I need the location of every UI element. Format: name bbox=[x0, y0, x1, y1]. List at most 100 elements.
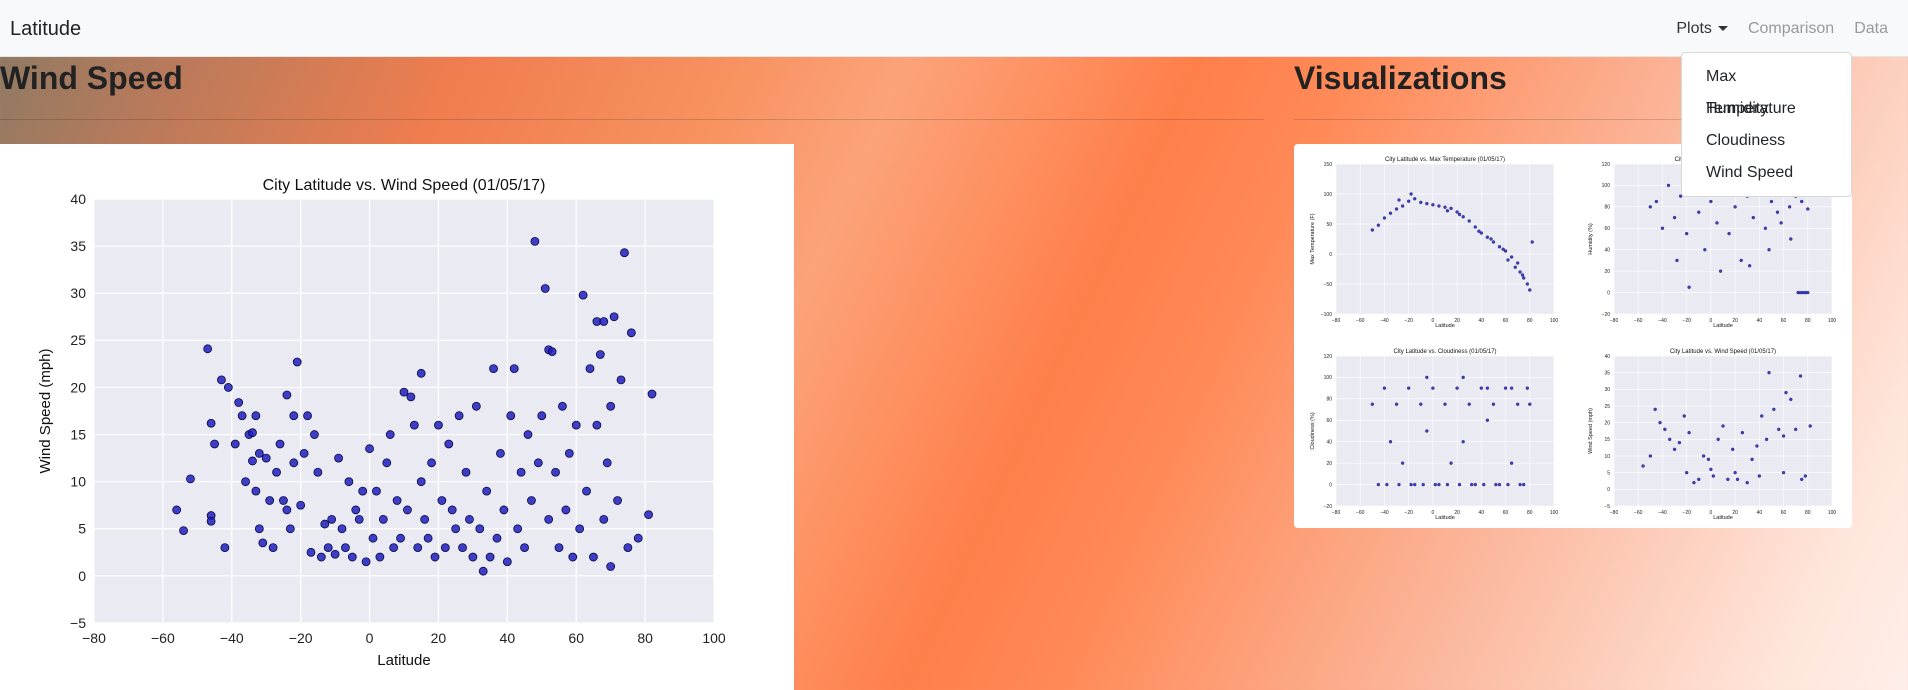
data-point bbox=[1467, 219, 1471, 223]
data-point bbox=[375, 552, 385, 562]
dropdown-item-humidity[interactable]: Humidity bbox=[1682, 93, 1851, 125]
data-point bbox=[478, 566, 488, 576]
x-tick-label: 100 bbox=[702, 630, 726, 646]
dropdown-item-wind-speed[interactable]: Wind Speed bbox=[1682, 157, 1851, 189]
data-point bbox=[347, 552, 357, 562]
x-tick-label: −80 bbox=[1610, 510, 1619, 516]
data-point bbox=[306, 547, 316, 557]
data-point bbox=[413, 543, 423, 553]
data-point bbox=[1501, 247, 1505, 251]
x-tick-label: 20 bbox=[1454, 318, 1460, 324]
y-tick-label: −5 bbox=[70, 615, 86, 631]
main-plot-panel: −80 −60 −40 −20 0 20 40 60 80 100 −5 0 5 10 15 20 25 30 35… bbox=[0, 144, 794, 690]
x-tick-label: 40 bbox=[1479, 510, 1485, 516]
data-point bbox=[358, 486, 368, 496]
data-point bbox=[1787, 205, 1792, 209]
data-point bbox=[551, 467, 560, 477]
data-point bbox=[509, 364, 519, 374]
data-point bbox=[1376, 223, 1381, 227]
data-point bbox=[492, 533, 502, 543]
data-point bbox=[1433, 482, 1437, 487]
x-tick-label: 100 bbox=[1828, 318, 1837, 324]
data-point bbox=[626, 328, 636, 338]
data-point bbox=[1485, 386, 1490, 390]
dropdown-item-cloudiness[interactable]: Cloudiness bbox=[1682, 125, 1851, 157]
data-point bbox=[1718, 269, 1723, 273]
data-point bbox=[392, 496, 402, 505]
data-point bbox=[1370, 402, 1374, 406]
data-point bbox=[1425, 429, 1429, 433]
data-point bbox=[1757, 474, 1761, 478]
thumbnail-cloudiness[interactable]: −80 −60 −40 −20 0 20 40 60 80 100 −20 0 20 40 60 80 100 1… bbox=[1300, 342, 1568, 524]
data-point bbox=[1747, 264, 1752, 268]
data-point bbox=[172, 505, 182, 515]
data-point bbox=[1733, 205, 1737, 209]
data-point bbox=[282, 390, 292, 400]
y-tick-label: 25 bbox=[1604, 404, 1610, 410]
y-tick-label: 30 bbox=[70, 285, 86, 301]
plot-area bbox=[1614, 356, 1832, 506]
data-point bbox=[1654, 199, 1659, 204]
wind-speed-thumbnail-chart: −80 −60 −40 −20 0 20 40 60 80 100 −5 0 5 10 15 20 25 30 35… bbox=[1588, 349, 1836, 521]
data-point bbox=[1528, 288, 1532, 292]
data-point bbox=[540, 284, 550, 293]
data-point bbox=[458, 543, 467, 553]
data-point bbox=[1697, 210, 1701, 214]
chart-title: City Latitude vs. Wind Speed (01/05/17) bbox=[1670, 349, 1776, 355]
x-tick-label: 60 bbox=[1503, 318, 1509, 324]
data-point bbox=[344, 477, 354, 487]
x-tick-label: −80 bbox=[82, 630, 106, 646]
data-point bbox=[1775, 210, 1780, 214]
data-point bbox=[561, 505, 571, 515]
data-point bbox=[1388, 440, 1393, 444]
y-tick-label: 0 bbox=[1607, 290, 1610, 296]
x-tick-label: −80 bbox=[1610, 318, 1619, 324]
data-point bbox=[1509, 255, 1514, 259]
y-tick-label: 100 bbox=[1602, 183, 1611, 189]
nav-plots-dropdown-toggle[interactable]: Plots bbox=[1676, 20, 1728, 38]
data-point bbox=[451, 524, 461, 534]
data-point bbox=[230, 439, 240, 449]
data-point bbox=[1682, 414, 1686, 418]
thumbnail-max-temperature[interactable]: −80 −60 −40 −20 0 20 40 60 80 100 −100 −50 0 50 100 150… bbox=[1300, 150, 1568, 332]
data-point bbox=[1409, 482, 1413, 487]
x-axis-label: Latitude bbox=[1435, 515, 1455, 521]
data-point bbox=[254, 448, 264, 458]
visualizations-grid: −80 −60 −40 −20 0 20 40 60 80 100 −100 −50 0 50 100 150… bbox=[1294, 144, 1852, 528]
y-tick-label: 80 bbox=[1326, 397, 1332, 403]
y-tick-label: 40 bbox=[70, 191, 86, 207]
data-point bbox=[1425, 375, 1429, 380]
y-tick-label: 20 bbox=[1604, 420, 1610, 426]
thumbnail-wind-speed[interactable]: −80 −60 −40 −20 0 20 40 60 80 100 −5 0 5 10 15 20 25 30 35… bbox=[1578, 342, 1846, 524]
data-point bbox=[482, 486, 492, 496]
data-point bbox=[1663, 427, 1667, 431]
data-point bbox=[1382, 216, 1387, 220]
data-point bbox=[1767, 248, 1771, 252]
y-axis-label: Wind Speed (mph) bbox=[1588, 408, 1594, 454]
y-axis-label: Humidity (%) bbox=[1588, 223, 1594, 255]
data-point bbox=[1739, 258, 1743, 263]
y-tick-label: 10 bbox=[70, 474, 86, 490]
y-tick-label: 5 bbox=[1607, 470, 1610, 476]
y-tick-label: −20 bbox=[1602, 312, 1611, 318]
nav-comparison-link[interactable]: Comparison bbox=[1748, 20, 1834, 38]
data-point bbox=[241, 477, 250, 487]
dropdown-item-max-temperature[interactable]: Max Temperature bbox=[1682, 61, 1851, 117]
data-point bbox=[1806, 290, 1810, 295]
x-axis-label: Latitude bbox=[1435, 323, 1455, 329]
data-point bbox=[582, 486, 591, 496]
x-tick-label: 80 bbox=[1527, 510, 1533, 516]
data-point bbox=[1506, 258, 1510, 262]
data-point bbox=[1711, 474, 1715, 478]
navbar-brand[interactable]: Latitude bbox=[10, 18, 81, 41]
y-axis-label: Max Temperature (F) bbox=[1310, 213, 1316, 264]
data-point bbox=[1726, 477, 1730, 481]
x-tick-label: −60 bbox=[1634, 318, 1643, 324]
x-tick-label: 20 bbox=[1454, 510, 1460, 516]
x-tick-label: 100 bbox=[1550, 510, 1559, 516]
data-point bbox=[303, 411, 312, 421]
nav-data-link[interactable]: Data bbox=[1854, 20, 1888, 38]
data-point bbox=[396, 533, 405, 543]
data-point bbox=[1461, 375, 1465, 380]
data-point bbox=[647, 389, 657, 399]
